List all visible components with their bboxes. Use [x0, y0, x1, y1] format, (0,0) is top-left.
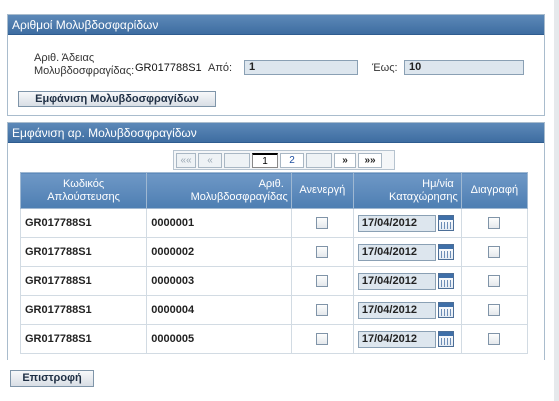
- pager-spacer-left: [224, 152, 250, 168]
- license-label: Αριθ. Άδειας Μολυβδοσφραγίδας:: [34, 52, 134, 78]
- pager: «« « 1 2 » »»: [173, 150, 395, 170]
- pager-prev-button[interactable]: «: [198, 152, 222, 168]
- back-button[interactable]: Επιστροφή: [10, 370, 94, 387]
- table-row: GR017788S1 0000001 17/04/2012: [19, 208, 529, 238]
- calendar-icon[interactable]: [437, 244, 454, 260]
- header-inactive: Ανενεργή: [290, 172, 354, 209]
- cell-delete: [460, 208, 529, 238]
- license-label-line2: Μολυβδοσφραγίδας:: [34, 65, 135, 77]
- cell-code: GR017788S1: [19, 237, 148, 267]
- pager-page-1[interactable]: 1: [252, 152, 278, 168]
- pager-page-2[interactable]: 2: [280, 152, 304, 168]
- calendar-icon[interactable]: [437, 215, 454, 231]
- cell-inactive: [290, 324, 354, 354]
- license-value: GR017788S1: [135, 62, 202, 74]
- cell-delete: [460, 324, 529, 354]
- scrollbar[interactable]: [554, 0, 559, 401]
- inactive-checkbox[interactable]: [316, 333, 329, 346]
- cell-inactive: [290, 208, 354, 238]
- to-label: Έως:: [372, 62, 398, 74]
- cell-inactive: [290, 295, 354, 325]
- seals-table: Κωδικός Απλούστευσης Αριθ. Μολυβδοσφραγί…: [19, 172, 529, 354]
- header-date: Ημ/νία Καταχώρησης: [352, 172, 462, 209]
- cell-seal: 0000004: [146, 295, 292, 325]
- pager-first-button[interactable]: ««: [176, 152, 196, 168]
- cell-code: GR017788S1: [19, 208, 148, 238]
- header-code: Κωδικός Απλούστευσης: [19, 172, 148, 209]
- inactive-checkbox[interactable]: [316, 304, 329, 317]
- date-field[interactable]: 17/04/2012: [357, 301, 436, 319]
- pager-spacer-right: [306, 152, 332, 168]
- cell-date: 17/04/2012: [352, 208, 462, 238]
- header-code-line2: Απλούστευσης: [47, 190, 120, 203]
- table-row: GR017788S1 0000002 17/04/2012: [19, 237, 529, 267]
- show-seals-panel-title: Εμφάνιση αρ. Μολυβδοσφραγίδων: [8, 123, 544, 143]
- calendar-icon[interactable]: [437, 273, 454, 289]
- cell-delete: [460, 295, 529, 325]
- inactive-checkbox[interactable]: [316, 275, 329, 288]
- header-delete: Διαγραφή: [460, 172, 529, 209]
- calendar-icon[interactable]: [437, 302, 454, 318]
- license-label-line1: Αριθ. Άδειας: [34, 52, 95, 64]
- cell-code: GR017788S1: [19, 295, 148, 325]
- table-row: GR017788S1 0000005 17/04/2012: [19, 324, 529, 354]
- to-field[interactable]: 10: [404, 60, 524, 75]
- date-field[interactable]: 17/04/2012: [357, 214, 436, 232]
- delete-checkbox[interactable]: [488, 333, 501, 346]
- header-date-line1: Ημ/νία: [422, 177, 454, 190]
- pager-last-button[interactable]: »»: [358, 152, 382, 168]
- cell-date: 17/04/2012: [352, 237, 462, 267]
- inactive-checkbox[interactable]: [316, 246, 329, 259]
- cell-date: 17/04/2012: [352, 324, 462, 354]
- inactive-checkbox[interactable]: [316, 217, 329, 230]
- cell-seal: 0000005: [146, 324, 292, 354]
- cell-code: GR017788S1: [19, 324, 148, 354]
- cell-inactive: [290, 237, 354, 267]
- seal-numbers-panel-title: Αριθμοί Μολυβδοσφαρίδων: [8, 15, 544, 35]
- cell-delete: [460, 266, 529, 296]
- header-seal-line2: Μολυβδοσφραγίδας: [190, 190, 288, 203]
- show-seals-panel: Εμφάνιση αρ. Μολυβδοσφραγίδων «« « 1 2 »…: [7, 122, 545, 360]
- table-header-row: Κωδικός Απλούστευσης Αριθ. Μολυβδοσφραγί…: [19, 172, 529, 209]
- date-field[interactable]: 17/04/2012: [357, 243, 436, 261]
- cell-seal: 0000003: [146, 266, 292, 296]
- date-field[interactable]: 17/04/2012: [357, 272, 436, 290]
- cell-date: 17/04/2012: [352, 266, 462, 296]
- seal-numbers-panel: Αριθμοί Μολυβδοσφαρίδων Αριθ. Άδειας Μολ…: [7, 14, 545, 116]
- cell-date: 17/04/2012: [352, 295, 462, 325]
- pager-next-button[interactable]: »: [334, 152, 356, 168]
- date-field[interactable]: 17/04/2012: [357, 330, 436, 348]
- header-code-line1: Κωδικός: [63, 177, 105, 190]
- cell-inactive: [290, 266, 354, 296]
- show-seals-button[interactable]: Εμφάνιση Μολυβδοσφραγίδων: [18, 91, 216, 107]
- cell-seal: 0000002: [146, 237, 292, 267]
- header-date-line2: Καταχώρησης: [389, 190, 458, 203]
- cell-code: GR017788S1: [19, 266, 148, 296]
- delete-checkbox[interactable]: [488, 275, 501, 288]
- calendar-icon[interactable]: [437, 331, 454, 347]
- header-seal: Αριθ. Μολυβδοσφραγίδας: [146, 172, 292, 209]
- from-label: Από:: [208, 62, 233, 74]
- delete-checkbox[interactable]: [488, 304, 501, 317]
- table-row: GR017788S1 0000004 17/04/2012: [19, 295, 529, 325]
- header-seal-line1: Αριθ.: [258, 177, 284, 190]
- from-field[interactable]: 1: [244, 60, 358, 75]
- cell-seal: 0000001: [146, 208, 292, 238]
- delete-checkbox[interactable]: [488, 217, 501, 230]
- delete-checkbox[interactable]: [488, 246, 501, 259]
- cell-delete: [460, 237, 529, 267]
- table-row: GR017788S1 0000003 17/04/2012: [19, 266, 529, 296]
